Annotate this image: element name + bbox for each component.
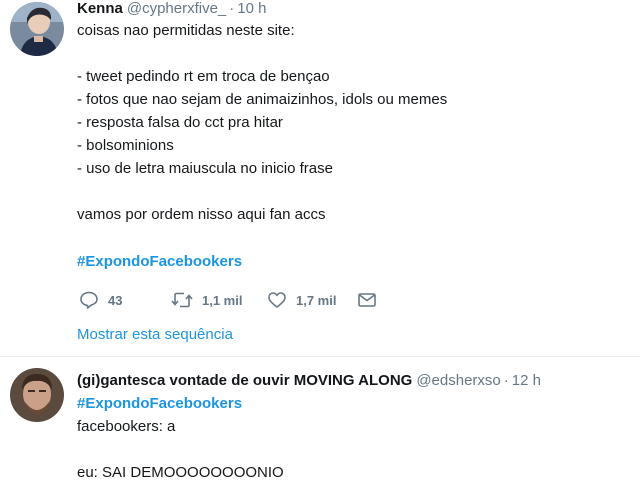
avatar[interactable]: [10, 2, 64, 56]
tweet-text-line: - tweet pedindo rt em troca de bençao: [77, 68, 330, 85]
avatar[interactable]: [10, 368, 64, 422]
tweet-text-line: coisas nao permitidas neste site:: [77, 22, 295, 39]
tweet-text-line: - resposta falsa do cct pra hitar: [77, 114, 283, 131]
avatar-image: [10, 2, 64, 56]
hashtag-link[interactable]: #ExpondoFacebookers: [77, 395, 242, 413]
tweet-actions: 43 1,1 mil 1,7 mil: [77, 288, 497, 312]
avatar-image: [10, 368, 64, 422]
timestamp[interactable]: 10 h: [237, 0, 266, 17]
username-handle[interactable]: @cypherxfive_: [127, 0, 226, 17]
hashtag-link[interactable]: #ExpondoFacebookers: [77, 253, 242, 271]
like-count: 1,7 mil: [296, 292, 337, 308]
tweet[interactable]: (gi)gantesca vontade de ouvir MOVING ALO…: [0, 358, 640, 481]
retweet-button[interactable]: 1,1 mil: [171, 288, 242, 312]
username-handle[interactable]: @edsherxso: [416, 372, 500, 389]
tweet-text-line: eu: SAI DEMOOOOOOOONIO: [77, 464, 284, 481]
tweet-text-line: facebookers: a: [77, 418, 176, 435]
tweet[interactable]: Kenna @cypherxfive_ · 10 h coisas nao permi…: [0, 0, 640, 357]
tweet-text-line: vamos por ordem nisso aqui fan accs: [77, 206, 326, 223]
tweet-text-line: - uso de letra maiuscula no inicio frase: [77, 160, 333, 177]
separator-dot: ·: [503, 372, 509, 389]
display-name[interactable]: (gi)gantesca vontade de ouvir MOVING ALO…: [77, 372, 412, 389]
tweet-text-line: - fotos que nao sejam de animaizinhos, i…: [77, 91, 448, 108]
tweet-header: Kenna @cypherxfive_ · 10 h: [77, 0, 266, 18]
tweet-header: (gi)gantesca vontade de ouvir MOVING ALO…: [77, 372, 541, 390]
reply-count: 43: [108, 292, 123, 308]
like-button[interactable]: 1,7 mil: [267, 288, 336, 312]
tweet-text-line: - bolsominions: [77, 137, 174, 154]
timestamp[interactable]: 12 h: [512, 372, 541, 389]
direct-message-icon: [358, 293, 376, 307]
reply-icon: [80, 291, 98, 309]
separator-dot: ·: [229, 0, 235, 17]
retweet-count: 1,1 mil: [202, 292, 243, 308]
reply-button[interactable]: 43: [79, 288, 122, 312]
like-icon: [268, 292, 286, 308]
show-thread-link[interactable]: Mostrar esta sequência: [77, 326, 233, 344]
direct-message-button[interactable]: [357, 288, 377, 312]
retweet-icon: [171, 292, 193, 308]
display-name[interactable]: Kenna: [77, 0, 123, 17]
